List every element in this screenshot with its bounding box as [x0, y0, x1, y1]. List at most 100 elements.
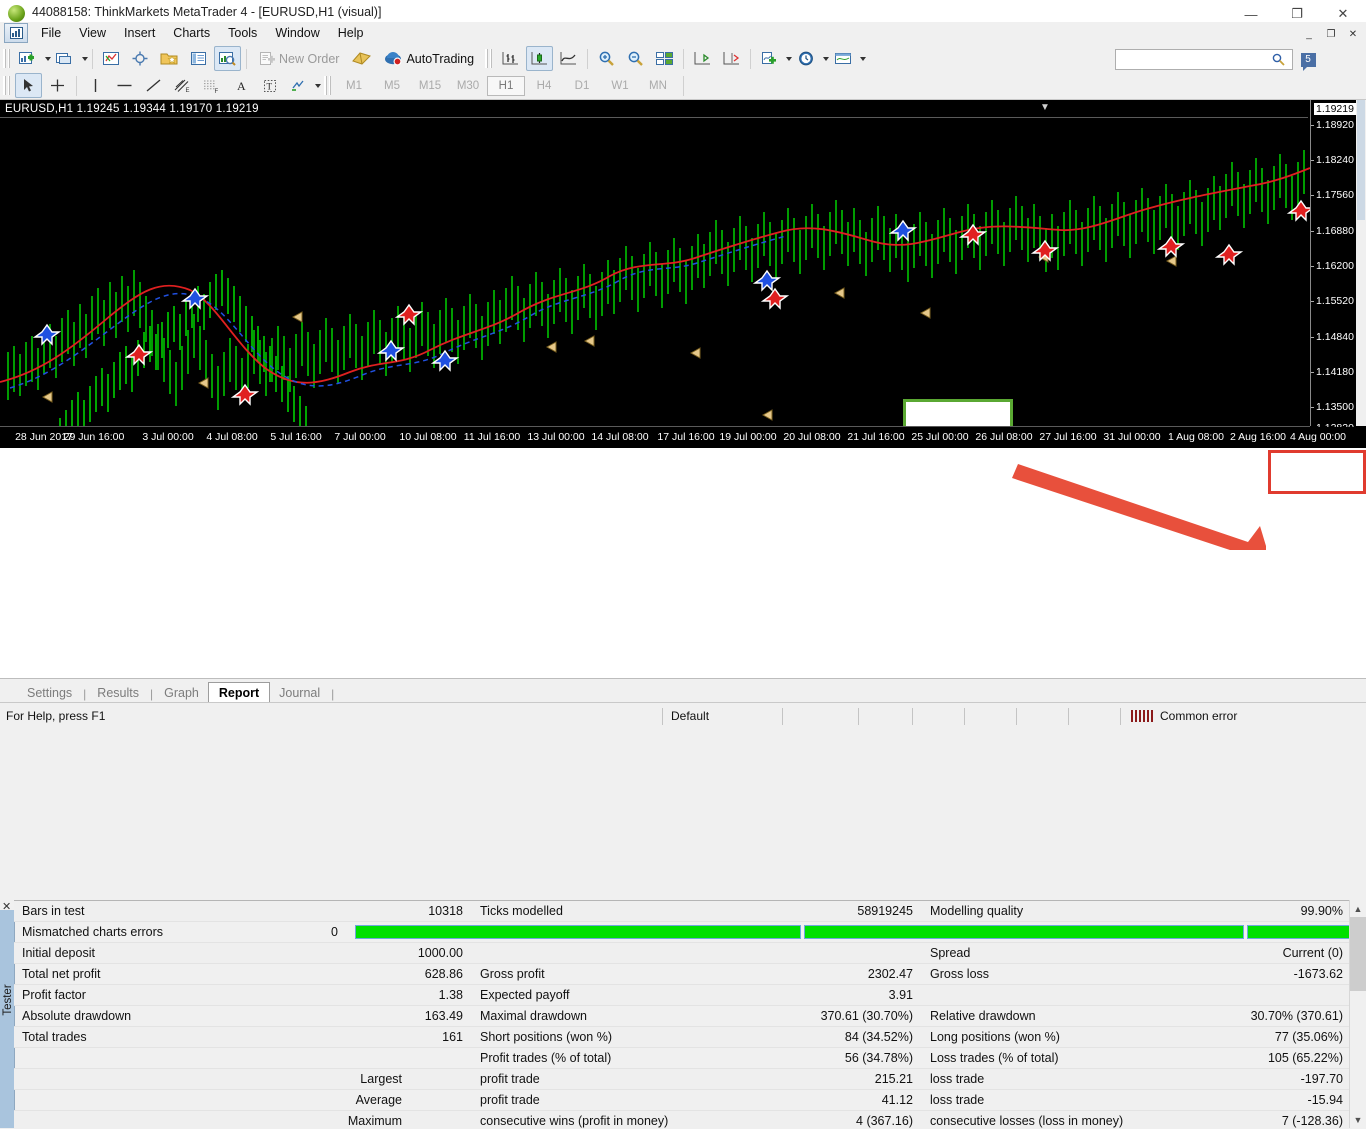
price-axis[interactable]: 1.19219 1.18920 1.18240 1.17560 1.16880 … — [1310, 100, 1357, 426]
table-row[interactable]: Mismatched charts errors 0 — [14, 922, 1352, 943]
menu-item-file[interactable]: File — [32, 24, 70, 42]
zoom-in-button[interactable] — [593, 46, 620, 71]
arrows-button[interactable] — [285, 73, 312, 98]
close-icon[interactable]: ✕ — [2, 900, 11, 913]
table-row[interactable]: Profit factor 1.38 Expected payoff 3.91 — [14, 985, 1352, 1006]
menu-item-help[interactable]: Help — [329, 24, 373, 42]
table-row[interactable]: Initial deposit 1000.00 Spread Current (… — [14, 943, 1352, 964]
timeframe-m30[interactable]: M30 — [449, 76, 487, 96]
menu-item-charts[interactable]: Charts — [164, 24, 219, 42]
crosshair-tool-button[interactable] — [44, 73, 71, 98]
timeframe-m5[interactable]: M5 — [373, 76, 411, 96]
strategy-tester-button[interactable] — [214, 46, 241, 71]
metaeditor-button[interactable] — [348, 46, 375, 71]
menu-item-tools[interactable]: Tools — [219, 24, 266, 42]
equidistant-channel-button[interactable]: E — [169, 73, 196, 98]
chart-vertical-scrollbar[interactable] — [1356, 100, 1366, 426]
trendline-button[interactable] — [140, 73, 167, 98]
favorites-button[interactable] — [156, 46, 183, 71]
tab-report[interactable]: Report — [208, 682, 270, 704]
price-chart-canvas — [0, 100, 1310, 426]
timeframe-toolbar-grip[interactable] — [324, 76, 332, 95]
tester-side-tab[interactable]: Tester — [0, 910, 15, 1128]
mdi-close-button[interactable]: ✕ — [1342, 24, 1364, 44]
vertical-line-button[interactable] — [82, 73, 109, 98]
table-row[interactable]: Absolute drawdown 163.49 Maximal drawdow… — [14, 1006, 1352, 1027]
mdi-minimize-button[interactable]: _ — [1298, 24, 1320, 44]
table-row[interactable]: Total trades 161 Short positions (won %)… — [14, 1027, 1352, 1048]
market-watch-button[interactable] — [98, 46, 125, 71]
indicators-button[interactable] — [756, 46, 783, 71]
tile-windows-button[interactable] — [651, 46, 678, 71]
messages-button[interactable]: 5 — [1296, 48, 1320, 71]
report-grid[interactable]: Bars in test 10318 Ticks modelled 589192… — [14, 900, 1352, 1129]
new-order-button[interactable]: New Order — [252, 46, 346, 71]
navigator-button[interactable] — [127, 46, 154, 71]
table-row[interactable]: Profit trades (% of total) 56 (34.78%) L… — [14, 1048, 1352, 1069]
menu-item-insert[interactable]: Insert — [115, 24, 164, 42]
line-chart-button[interactable] — [555, 46, 582, 71]
annotation-arrow — [1000, 426, 1266, 550]
row-label-2: profit trade — [472, 1072, 772, 1086]
toolbar-grip[interactable] — [3, 49, 11, 68]
timeframe-w1[interactable]: W1 — [601, 76, 639, 96]
timeframe-d1[interactable]: D1 — [563, 76, 601, 96]
quality-bar-segment-3 — [1247, 925, 1352, 939]
mdi-restore-button[interactable]: ❐ — [1320, 24, 1342, 44]
table-row[interactable]: Bars in test 10318 Ticks modelled 589192… — [14, 901, 1352, 922]
cursor-tool-button[interactable] — [15, 73, 42, 98]
tab-results[interactable]: Results — [88, 684, 148, 703]
chart-autoscroll-button[interactable] — [718, 46, 745, 71]
chart-shift-button[interactable] — [689, 46, 716, 71]
table-row[interactable]: Largest profit trade 215.21 loss trade -… — [14, 1069, 1352, 1090]
profiles-dropdown-caret[interactable] — [82, 57, 88, 61]
tab-settings[interactable]: Settings — [18, 684, 81, 703]
timeframe-mn[interactable]: MN — [639, 76, 677, 96]
search-input[interactable] — [1120, 53, 1272, 67]
scroll-up-icon[interactable]: ▲ — [1350, 900, 1366, 917]
period-button[interactable] — [793, 46, 820, 71]
timeframe-h4[interactable]: H4 — [525, 76, 563, 96]
price-axis-label: 1.16880 — [1316, 225, 1354, 237]
table-row[interactable]: Maximum consecutive wins (profit in mone… — [14, 1111, 1352, 1129]
profiles-button[interactable] — [52, 46, 79, 71]
scrollbar-track[interactable] — [1350, 917, 1366, 1111]
timeframe-m15[interactable]: M15 — [411, 76, 449, 96]
status-connection[interactable]: Common error — [1120, 708, 1366, 725]
period-dropdown-caret[interactable] — [823, 57, 829, 61]
templates-button[interactable] — [830, 46, 857, 71]
new-chart-button[interactable] — [15, 46, 42, 71]
chart-scrollbar-thumb[interactable] — [1357, 100, 1365, 220]
zoom-out-button[interactable] — [622, 46, 649, 71]
candlestick-chart-button[interactable] — [526, 46, 553, 71]
table-row[interactable]: Total net profit 628.86 Gross profit 230… — [14, 964, 1352, 985]
menu-item-view[interactable]: View — [70, 24, 115, 42]
templates-dropdown-caret[interactable] — [860, 57, 866, 61]
arrows-dropdown-caret[interactable] — [315, 84, 321, 88]
line-toolbar-sep — [76, 76, 77, 96]
tab-graph[interactable]: Graph — [155, 684, 208, 703]
autotrading-button[interactable]: AutoTrading — [377, 46, 481, 71]
menu-item-window[interactable]: Window — [266, 24, 328, 42]
fibonacci-retracement-button[interactable]: F — [198, 73, 225, 98]
line-toolbar-grip[interactable] — [3, 76, 11, 95]
timeframe-h1[interactable]: H1 — [487, 76, 525, 96]
text-tool-button[interactable]: A — [227, 73, 254, 98]
horizontal-line-button[interactable] — [111, 73, 138, 98]
terminal-button[interactable] — [185, 46, 212, 71]
indicators-dropdown-caret[interactable] — [786, 57, 792, 61]
scrollbar-thumb[interactable] — [1350, 917, 1366, 991]
search-box[interactable] — [1115, 49, 1293, 70]
tab-journal[interactable]: Journal — [270, 684, 329, 703]
report-vertical-scrollbar[interactable]: ▲ ▼ — [1349, 900, 1366, 1128]
toolbar-grip-2[interactable] — [485, 49, 493, 68]
modelling-quality-bar — [347, 922, 1352, 942]
chart-area[interactable]: EURUSD,H1 1.19245 1.19344 1.19170 1.1921… — [0, 100, 1366, 448]
bar-chart-button[interactable] — [497, 46, 524, 71]
status-connection-label: Common error — [1160, 709, 1237, 723]
text-label-button[interactable]: T — [256, 73, 283, 98]
table-row[interactable]: Average profit trade 41.12 loss trade -1… — [14, 1090, 1352, 1111]
timeframe-m1[interactable]: M1 — [335, 76, 373, 96]
scroll-down-icon[interactable]: ▼ — [1350, 1111, 1366, 1128]
new-chart-dropdown-caret[interactable] — [45, 57, 51, 61]
